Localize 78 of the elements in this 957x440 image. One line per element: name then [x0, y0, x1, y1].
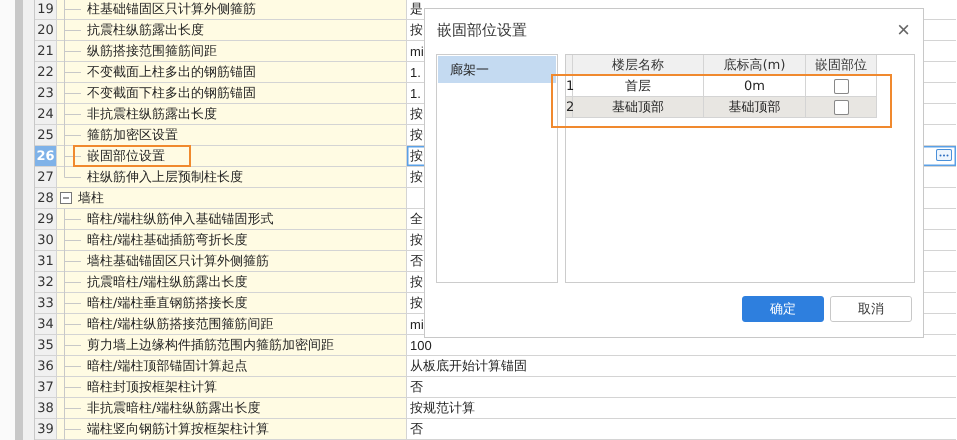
setting-value: 按 — [410, 126, 423, 144]
setting-name: 柱基础锚固区只计算外侧箍筋 — [87, 1, 256, 18]
table-cell: 基础顶部 — [573, 97, 704, 118]
setting-name: 暗柱/端柱顶部锚固计算起点 — [87, 358, 248, 375]
setting-name: 暗柱/端柱垂直钢筋搭接长度 — [87, 295, 248, 312]
setting-name: 柱纵筋伸入上层预制柱长度 — [87, 169, 243, 186]
setting-name: 嵌固部位设置 — [87, 148, 165, 165]
setting-value: 否 — [410, 378, 423, 396]
close-button[interactable]: × — [897, 20, 910, 40]
row-number: 37 — [35, 377, 57, 397]
row-number: 34 — [35, 314, 57, 334]
dialog-title: 嵌固部位设置 — [437, 20, 527, 40]
row-number: 35 — [35, 335, 57, 355]
setting-name: 剪力墙上边缘构件插筋范围内箍筋加密间距 — [87, 337, 334, 354]
setting-value: 1. — [410, 64, 421, 80]
setting-value: mi — [410, 316, 424, 332]
setting-value: 否 — [410, 252, 423, 270]
row-number: 24 — [35, 104, 57, 124]
setting-name: 箍筋加密区设置 — [87, 127, 178, 144]
row-number: 39 — [35, 419, 57, 439]
setting-name: 不变截面下柱多出的钢筋锚固 — [87, 85, 256, 102]
row-number: 27 — [35, 167, 57, 187]
group-label: 墙柱 — [78, 190, 104, 207]
setting-value: 100 — [410, 338, 432, 352]
row-number: 33 — [35, 293, 57, 313]
row-number: 29 — [35, 209, 57, 229]
table-cell: 基础顶部 — [704, 97, 806, 118]
setting-name: 暗柱/端柱基础插筋弯折长度 — [87, 232, 248, 249]
setting-name: 不变截面上柱多出的钢筋锚固 — [87, 64, 256, 81]
row-number: 22 — [35, 62, 57, 82]
more-button[interactable] — [936, 149, 952, 161]
setting-value: 是 — [410, 0, 423, 18]
row-number: 20 — [35, 20, 57, 40]
row-number: 21 — [35, 41, 57, 61]
setting-value: 按 — [410, 273, 423, 291]
row-number: 26 — [35, 146, 57, 166]
row-number: 31 — [35, 251, 57, 271]
setting-value: 按 — [410, 105, 423, 123]
confirm-button[interactable]: 确定 — [742, 296, 824, 322]
row-number: 25 — [35, 125, 57, 145]
row-number: 36 — [35, 356, 57, 376]
setting-name: 抗震柱纵筋露出长度 — [87, 22, 204, 39]
setting-value: 按 — [410, 147, 423, 165]
setting-name: 暗柱封顶按框架柱计算 — [87, 379, 217, 396]
checkbox[interactable] — [834, 78, 848, 94]
list-item[interactable]: 廊架一 — [438, 56, 556, 83]
setting-value: 1. — [410, 86, 421, 100]
checkbox[interactable] — [834, 100, 848, 114]
setting-name: 抗震暗柱/端柱纵筋露出长度 — [87, 274, 248, 291]
column-header: 楼层名称 — [573, 55, 704, 76]
row-number: 23 — [35, 83, 57, 103]
setting-value: 按 — [410, 231, 423, 249]
setting-name: 纵筋搭接范围箍筋间距 — [87, 43, 217, 60]
setting-value: 按 — [410, 168, 423, 186]
setting-value: 按 — [410, 21, 423, 39]
setting-name: 墙柱基础锚固区只计算外侧箍筋 — [87, 253, 269, 270]
row-number: 19 — [35, 0, 57, 19]
setting-value: mi — [410, 44, 424, 58]
setting-name: 暗柱/端柱纵筋伸入基础锚固形式 — [87, 211, 274, 228]
row-number: 32 — [35, 272, 57, 292]
row-number: 30 — [35, 230, 57, 250]
row-number: 38 — [35, 398, 57, 418]
row-number: 28 — [35, 188, 57, 208]
cancel-button[interactable]: 取消 — [830, 296, 912, 322]
setting-value: 按 — [410, 294, 423, 312]
column-header: 嵌固部位 — [806, 55, 877, 76]
setting-name: 端柱竖向钢筋计算按框架柱计算 — [87, 421, 269, 438]
setting-value: 否 — [410, 420, 423, 438]
column-header: 底标高(m) — [704, 55, 806, 76]
collapse-icon[interactable] — [60, 192, 72, 204]
setting-name: 非抗震暗柱/端柱纵筋露出长度 — [87, 400, 260, 417]
setting-value: 按规范计算 — [410, 399, 475, 417]
setting-value: 从板底开始计算锚固 — [410, 357, 527, 375]
row-number: 2 — [566, 97, 573, 118]
ellipsis-icon — [939, 154, 949, 156]
setting-value: 全 — [410, 210, 423, 228]
setting-name: 非抗震柱纵筋露出长度 — [87, 106, 217, 123]
setting-name: 暗柱/端柱纵筋搭接范围箍筋间距 — [87, 316, 274, 333]
